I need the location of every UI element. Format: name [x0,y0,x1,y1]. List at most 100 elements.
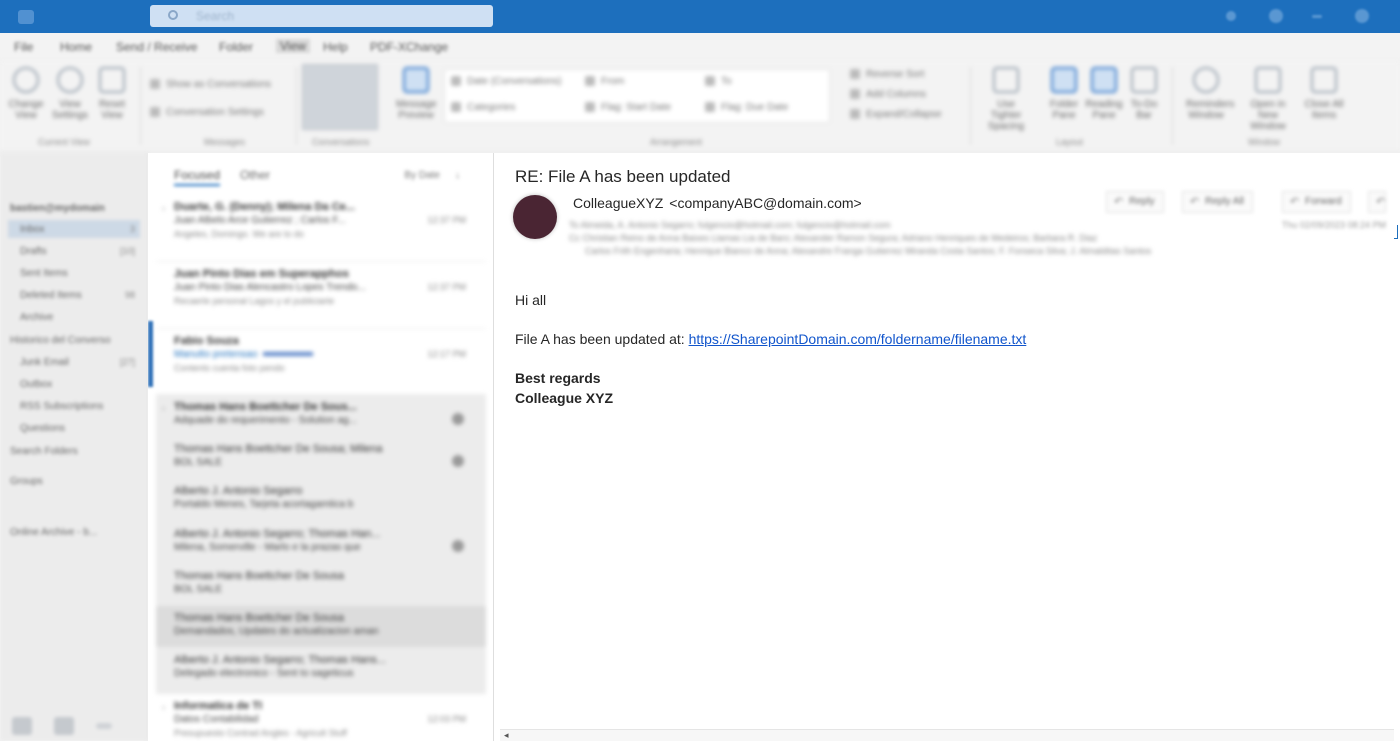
list-item-time: 12:17 PM [427,349,466,359]
arrangement-gallery[interactable]: Date (Conversations) From To Categories … [444,69,830,123]
change-view-button[interactable]: Change View [6,67,46,121]
add-columns-button[interactable]: Add Columns [850,89,926,100]
list-item-sender: Alberto J. Antonio Segarro [174,485,303,497]
menu-send-receive[interactable]: Send / Receive [116,40,197,54]
tab-other[interactable]: Other [240,168,270,182]
menu-pdf-xchange[interactable]: PDF-XChange [370,40,448,54]
reply-all-button[interactable]: Reply All [1182,191,1253,213]
folder-rss[interactable]: RSS Subscriptions [20,401,103,412]
list-item[interactable]: › Informatica de TI Datos Contabilidad P… [156,694,486,741]
reading-pane-button[interactable]: Reading Pane [1084,67,1124,121]
reply-button[interactable]: Reply [1106,191,1164,213]
group-messages: Messages [204,137,246,147]
message-actions: Reply Reply All Forward [1106,191,1396,215]
ribbon-divider [970,67,971,145]
menu-view[interactable]: View [276,39,310,53]
list-item[interactable]: › Thomas Hans Boettcher De Sous... Adqua… [156,395,486,437]
list-scrollbar[interactable] [148,321,153,387]
reminders-window-label: Reminders Window [1186,99,1235,121]
todo-bar-button[interactable]: To-Do Bar [1124,67,1164,121]
folder-search-folders[interactable]: Search Folders [10,446,78,457]
sort-arrow-icon[interactable]: ↓ [455,170,460,181]
list-item[interactable]: › Duarte, G. (Denny); Milena Da Ce... Ju… [156,195,486,262]
folder-historico[interactable]: Historico del Converso [10,335,111,346]
sender-address[interactable]: <companyABC@domain.com> [669,195,861,211]
list-item[interactable]: Alberto J. Antonio Segarro Portaldo Mene… [156,479,486,522]
reset-view-label: Reset View [98,99,126,121]
view-settings-button[interactable]: View Settings [50,67,90,121]
arrange-from-option[interactable]: From [585,76,624,87]
account-name[interactable]: bastien@mydomain [10,203,105,214]
more-actions-button[interactable] [1368,191,1386,213]
settings-icon[interactable] [1269,9,1283,23]
folder-deleted-items[interactable]: Deleted Items [20,290,82,301]
list-item[interactable]: Fabio Souza Manutto pretensao Contents c… [156,329,486,395]
arrange-categories-option[interactable]: Categories [451,102,515,113]
open-new-window-button[interactable]: Open in New Window [1248,67,1288,132]
arrange-flag-start-option[interactable]: Flag: Start Date [585,102,671,113]
folder-groups[interactable]: Groups [10,476,43,487]
expand-collapse-button[interactable]: Expand/Collapse [850,109,942,120]
arrange-flag-due-option[interactable]: Flag: Due Date [705,102,788,113]
tab-focused[interactable]: Focused [174,168,221,186]
sort-dropdown[interactable]: By Date [404,170,440,181]
list-item-sender: Thomas Hans Boettcher De Sousa [174,570,344,582]
scroll-left-icon[interactable]: ◂ [504,730,509,741]
folder-junk-email[interactable]: Junk Email [20,357,69,368]
expand-icon[interactable]: › [162,702,165,712]
list-item-selected[interactable]: Thomas Hans Boettcher De Sousa Demandado… [156,606,486,648]
conversation-settings-button[interactable]: Conversation Settings [150,107,264,118]
reset-view-button[interactable]: Reset View [92,67,132,121]
folder-outbox[interactable]: Outbox [20,379,52,390]
folder-count: [27] [119,357,135,367]
search-input[interactable]: Search [150,5,493,27]
mail-nav-icon[interactable] [12,717,32,735]
tighter-spacing-button[interactable]: Use Tighter Spacing [986,67,1026,132]
show-as-conversations-checkbox[interactable]: Show as Conversations [150,79,271,90]
folder-online-archive[interactable]: Online Archive - b... [10,527,97,538]
avatar[interactable] [513,195,557,239]
to-recipients: To Almeida, A. Antonio Segarro; fulgenci… [569,220,891,230]
message-list-header: Focused Other By Date ↓ [148,153,493,195]
menu-folder[interactable]: Folder [219,40,253,54]
menu-help[interactable]: Help [323,40,348,54]
arrange-date-option[interactable]: Date (Conversations) [451,76,561,87]
list-item[interactable]: Juan Pinto Dias em Superapphos Juan Pint… [156,262,486,329]
ribbon-divider [296,67,297,145]
reminders-window-button[interactable]: Reminders Window [1186,67,1234,121]
folder-sent-items[interactable]: Sent Items [20,268,68,279]
forward-button[interactable]: Forward [1282,191,1351,213]
folder-archive[interactable]: Archive [20,312,53,323]
arrange-to-option[interactable]: To [705,76,732,87]
minimize-icon[interactable] [1312,15,1322,18]
file-link[interactable]: https://SharepointDomain.com/foldername/… [689,331,1027,347]
list-item[interactable]: Alberto J. Antonio Segarro; Thomas Hans.… [156,648,486,694]
close-icon[interactable] [1355,9,1369,23]
list-item[interactable]: Alberto J. Antonio Segarro; Thomas Han..… [156,522,486,564]
cc-recipients-cont: Carlos Frith Engenharia; Henrique Bianco… [585,246,1152,256]
coming-soon-icon[interactable] [1226,11,1236,21]
signature-closing: Best regards [515,370,601,386]
calendar-nav-icon[interactable] [54,717,74,735]
message-preview-button[interactable]: Message Preview [396,67,437,121]
list-item[interactable]: Thomas Hans Boettcher De Sousa; Milena B… [156,437,486,479]
sender-name[interactable]: ColleagueXYZ [573,195,663,211]
more-nav-icon[interactable] [96,723,112,729]
folder-pane-button[interactable]: Folder Pane [1044,67,1084,121]
list-item[interactable]: Thomas Hans Boettcher De Sousa BOL SALE [156,564,486,606]
message-preview-selected[interactable] [302,64,378,130]
reverse-sort-button[interactable]: Reverse Sort [850,69,924,80]
expand-icon[interactable]: › [162,203,165,213]
reading-pane-label: Reading Pane [1085,99,1123,121]
menu-file[interactable]: File [14,40,33,54]
pane-resize-icon[interactable] [1394,225,1398,239]
close-all-items-button[interactable]: Close All Items [1304,67,1344,121]
folder-drafts[interactable]: Drafts [20,246,47,257]
folder-inbox[interactable]: Inbox [20,224,44,235]
menu-home[interactable]: Home [60,40,92,54]
outlook-logo-icon [18,10,34,24]
folder-questions[interactable]: Questions [20,423,65,434]
expand-icon[interactable]: › [162,403,165,413]
folder-count: [10] [119,246,135,256]
horizontal-scrollbar[interactable]: ◂ [500,729,1394,741]
